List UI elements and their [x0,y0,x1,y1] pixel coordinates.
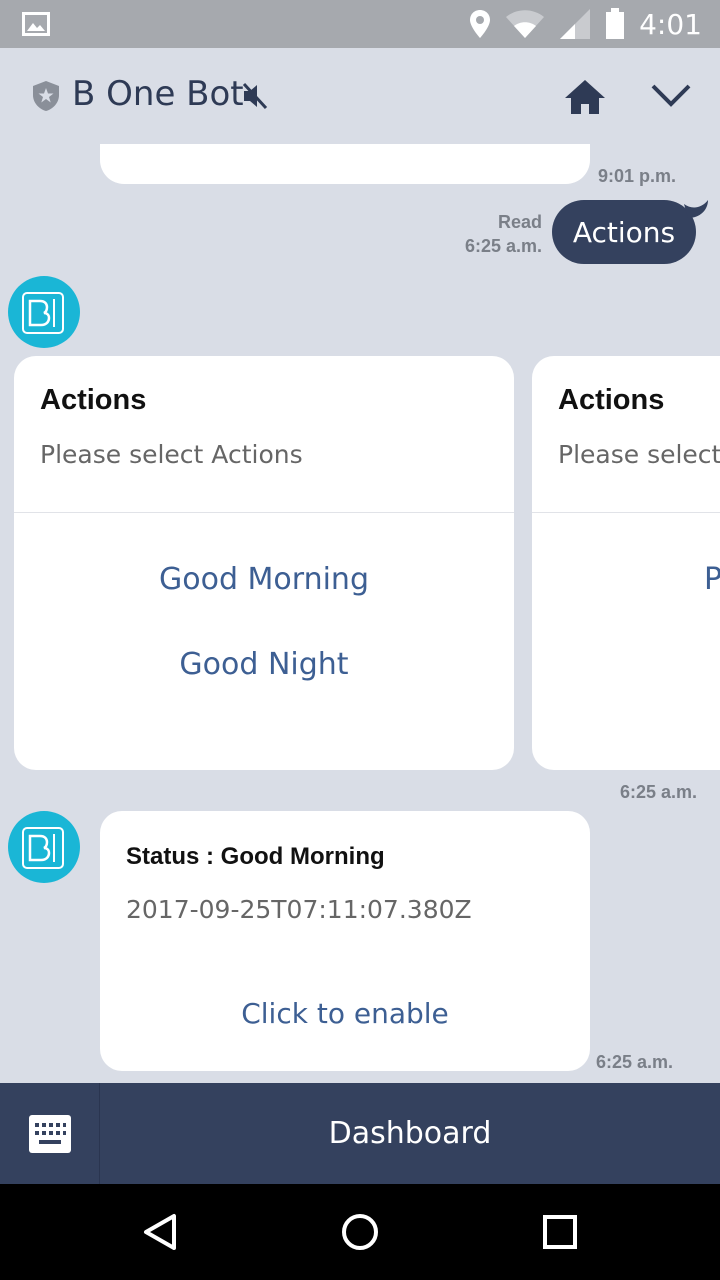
read-receipt: Read 6:25 a.m. [465,210,542,258]
dashboard-button[interactable]: Dashboard [100,1083,720,1184]
bot-avatar [8,811,80,883]
chevron-down-icon[interactable] [650,82,692,108]
card-divider [532,512,720,513]
signal-icon [560,9,591,39]
card-subtitle: Please select Actions [40,440,303,469]
card-title: Actions [558,384,665,416]
recent-apps-icon[interactable] [542,1214,578,1250]
image-notification-icon [22,12,50,36]
chat-title: B One Bot [72,74,244,114]
message-timestamp: 6:25 a.m. [620,782,698,802]
bottom-bar: Dashboard [0,1083,720,1184]
status-card: Status : Good Morning 2017-09-25T07:11:0… [100,811,590,1071]
read-label: Read [497,212,542,232]
chat-messages[interactable]: 9:01 p.m. Read 6:25 a.m. Actions Actions… [0,144,720,1083]
back-icon[interactable] [140,1212,180,1252]
chat-header: B One Bot [0,48,720,144]
home-icon[interactable] [564,78,606,116]
wifi-icon [506,10,545,38]
status-title: Status : Good Morning [126,843,385,870]
message-timestamp: 6:25 a.m. [464,236,542,256]
card-title: Actions [40,384,147,416]
system-nav-bar [0,1184,720,1280]
bubble-tail [684,200,708,218]
card-subtitle: Please select [558,440,720,469]
clock: 4:01 [639,7,702,41]
card-divider [14,512,514,513]
location-icon [470,10,491,38]
b-one-logo-icon [22,827,64,869]
actions-card: Actions Please select Actions Good Morni… [14,356,514,770]
actions-card: Actions Please select P [532,356,720,770]
good-night-button[interactable]: Good Night [14,647,514,682]
keyboard-icon [28,1114,71,1153]
keyboard-button[interactable] [0,1083,100,1184]
home-nav-icon[interactable] [340,1212,380,1252]
dashboard-label: Dashboard [328,1116,492,1151]
bot-avatar [8,276,80,348]
mute-icon[interactable] [242,82,268,110]
message-timestamp: 6:25 a.m. [596,1052,674,1072]
user-message-text: Actions [572,215,676,249]
status-bar: 4:01 [0,0,720,48]
click-to-enable-button[interactable]: Click to enable [100,997,590,1030]
message-timestamp: 9:01 p.m. [598,166,677,186]
card-action-button[interactable]: P [704,562,720,597]
battery-icon [606,8,625,39]
shield-icon [33,81,59,111]
status-timestamp: 2017-09-25T07:11:07.380Z [126,895,472,924]
b-one-logo-icon [22,292,64,334]
good-morning-button[interactable]: Good Morning [14,562,514,597]
previous-bot-bubble [100,144,590,184]
user-message-bubble: Actions [552,200,696,264]
